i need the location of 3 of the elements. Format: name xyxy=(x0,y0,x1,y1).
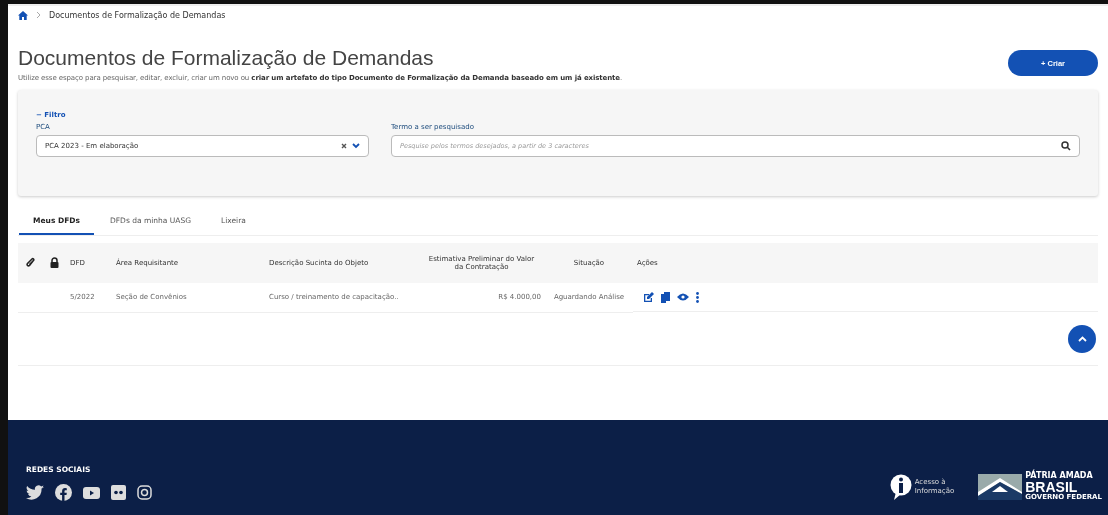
breadcrumb-item: Documentos de Formalização de Demandas xyxy=(49,10,226,20)
brand-name: BRASIL xyxy=(1025,480,1078,494)
page-title: Documentos de Formalização de Demandas xyxy=(18,46,435,70)
